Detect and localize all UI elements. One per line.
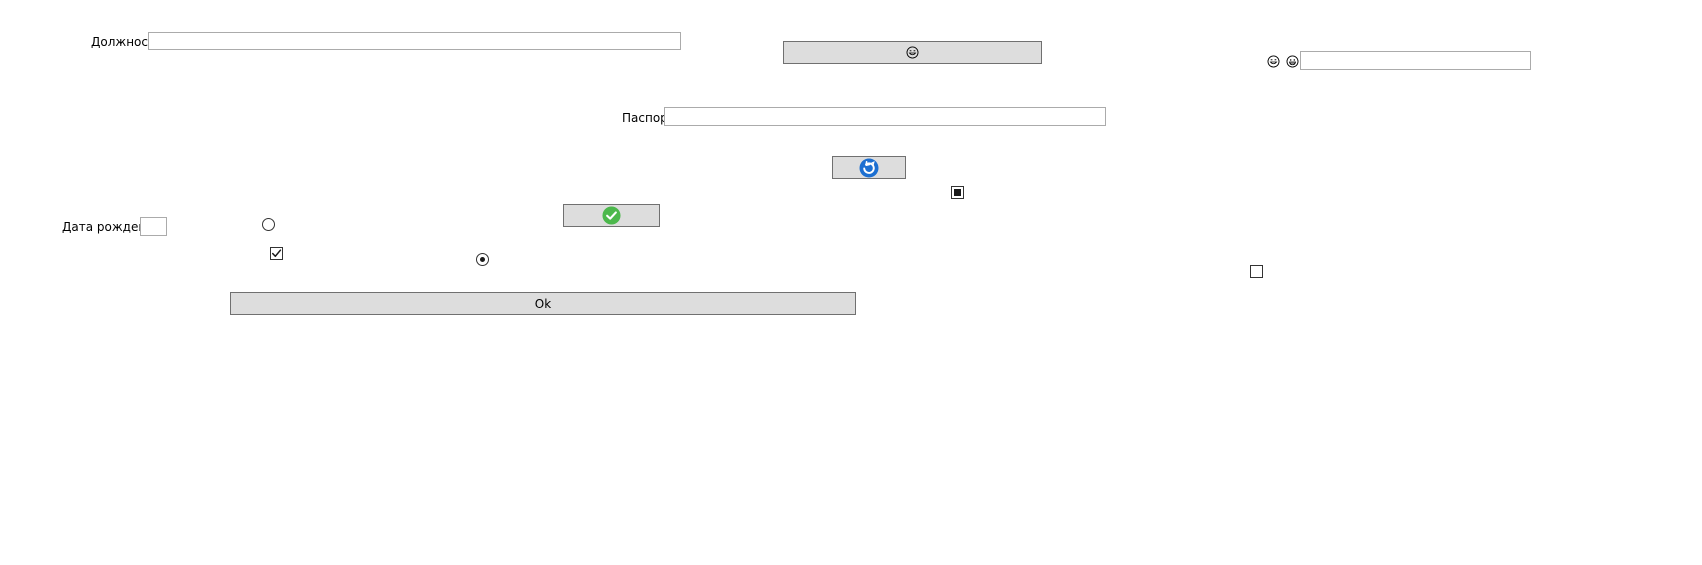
radio-checked[interactable] <box>476 253 489 266</box>
checkbox-indeterminate[interactable] <box>951 186 964 199</box>
position-field[interactable] <box>148 32 681 50</box>
birthdate-field[interactable] <box>140 217 167 236</box>
ok-button[interactable]: Ok <box>230 292 856 315</box>
refresh-icon <box>859 158 879 177</box>
ok-button-label: Ok <box>534 296 552 311</box>
confirm-button[interactable] <box>563 204 660 227</box>
right-text-field[interactable] <box>1300 51 1531 70</box>
checkbox-checked[interactable] <box>270 247 283 260</box>
refresh-button[interactable] <box>832 156 906 179</box>
passport-field[interactable] <box>664 107 1106 126</box>
radio-unchecked[interactable] <box>262 218 275 231</box>
smiley-face-icon <box>906 46 919 59</box>
checkbox-unchecked[interactable] <box>1250 265 1263 278</box>
checkmark-icon <box>602 206 621 225</box>
check-mark-icon <box>272 249 282 258</box>
emoji-button[interactable] <box>783 41 1042 64</box>
smiley-face-icon <box>1267 55 1280 68</box>
grinning-face-icon <box>1286 55 1299 68</box>
